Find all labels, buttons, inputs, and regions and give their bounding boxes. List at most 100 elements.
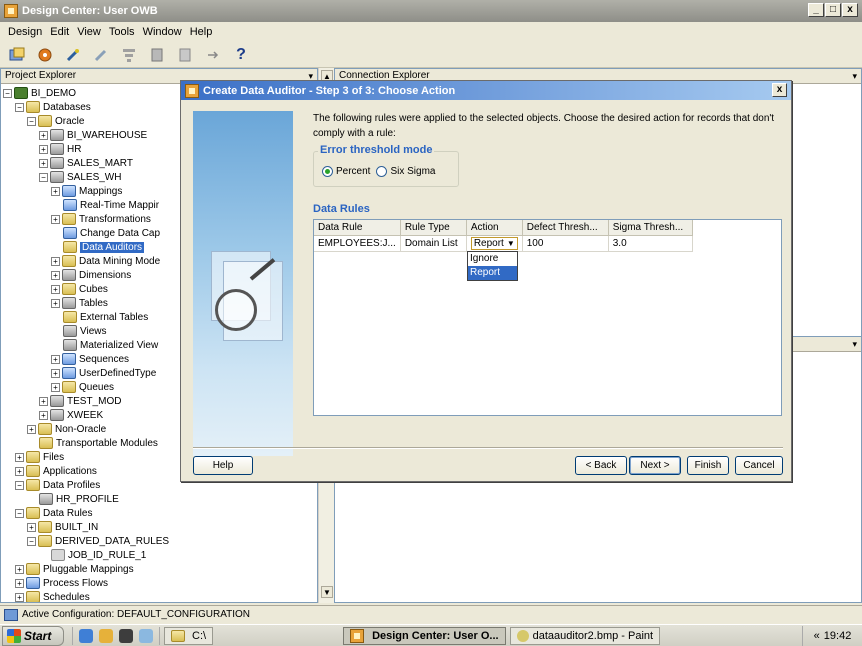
back-button[interactable]: < Back — [575, 456, 627, 475]
table-row[interactable]: EMPLOYEES:J... Domain List Report ▼ 100 3… — [314, 235, 693, 252]
chevron-left-icon[interactable]: « — [814, 630, 820, 642]
menu-help[interactable]: Help — [186, 26, 217, 38]
browser-icon[interactable] — [79, 628, 93, 643]
pin-icon[interactable]: ▾ — [852, 69, 857, 83]
tree-node-non-oracle[interactable]: + Non-Oracle — [27, 422, 106, 436]
tree-node-sales-wh[interactable]: − SALES_WH — [39, 170, 121, 184]
rule-icon — [51, 549, 65, 561]
view-icon — [63, 339, 77, 351]
cell-sigma-threshold[interactable]: 3.0 — [608, 235, 693, 252]
column-header-action[interactable]: Action — [466, 220, 523, 236]
percent-radio[interactable] — [322, 166, 333, 177]
next-button[interactable]: Next > — [629, 456, 681, 475]
six-sigma-radio[interactable] — [376, 166, 388, 177]
tree-node-databases[interactable]: − Databases — [15, 100, 91, 114]
dimension-icon — [62, 269, 76, 281]
tree-node-schedules[interactable]: + Schedules — [15, 590, 90, 602]
taskbar-item-design-center[interactable]: Design Center: User O... — [343, 626, 506, 645]
tree-node-test-mod[interactable]: + TEST_MOD — [39, 394, 121, 408]
close-button[interactable]: x — [842, 3, 858, 17]
column-header-defect-threshold[interactable]: Defect Thresh... — [522, 220, 609, 236]
arrow-icon[interactable] — [204, 46, 222, 64]
tree-node-materialized-views[interactable]: Materialized View — [63, 338, 158, 352]
tree-node-transformations[interactable]: + Transformations — [51, 212, 151, 226]
tree-node-user-defined-types[interactable]: + UserDefinedType — [51, 366, 156, 380]
tree-node-xweek[interactable]: + XWEEK — [39, 408, 103, 422]
help-icon[interactable]: ? — [232, 46, 250, 64]
tree-node-pluggable-mappings[interactable]: + Pluggable Mappings — [15, 562, 134, 576]
tree-node-real-time-mappings[interactable]: Real-Time Mappir — [63, 198, 159, 212]
tree-node-sales-mart[interactable]: + SALES_MART — [39, 156, 133, 170]
tree-node-oracle[interactable]: − Oracle — [27, 114, 84, 128]
column-header-rule-type[interactable]: Rule Type — [400, 220, 467, 236]
column-header-data-rule[interactable]: Data Rule — [314, 220, 401, 236]
folder-icon[interactable] — [99, 628, 113, 643]
column-header-sigma-threshold[interactable]: Sigma Thresh... — [608, 220, 693, 236]
tree-node-mappings[interactable]: + Mappings — [51, 184, 122, 198]
chevron-down-icon[interactable]: ▼ — [507, 239, 515, 248]
validate-icon[interactable] — [36, 46, 54, 64]
tree-node-sequences[interactable]: + Sequences — [51, 352, 129, 366]
pipeline-icon[interactable] — [148, 46, 166, 64]
data-rules-table: Data Rule Rule Type Action Defect Thresh… — [314, 220, 693, 252]
dropdown-option-report[interactable]: Report — [468, 266, 517, 280]
dropdown-option-ignore[interactable]: Ignore — [468, 252, 517, 266]
tree-node-bi-warehouse[interactable]: + BI_WAREHOUSE — [39, 128, 147, 142]
mapping-icon — [63, 199, 77, 211]
finish-button[interactable]: Finish — [687, 456, 729, 475]
tree-node-data-rules[interactable]: − Data Rules — [15, 506, 92, 520]
deploy-icon[interactable] — [8, 46, 26, 64]
tree-node-hr-profile[interactable]: HR_PROFILE — [39, 492, 119, 506]
console-icon[interactable] — [119, 628, 133, 643]
start-button[interactable]: Start — [2, 625, 64, 646]
dialog-title-bar: Create Data Auditor - Step 3 of 3: Choos… — [181, 81, 791, 100]
tree-node-data-auditors[interactable]: Data Auditors — [63, 240, 145, 254]
percent-label[interactable]: Percent — [336, 166, 370, 177]
app-icon — [185, 83, 199, 98]
tree-icon[interactable] — [120, 46, 138, 64]
tree-node-derived-data-rules[interactable]: − DERIVED_DATA_RULES — [27, 534, 169, 548]
tree-node-applications[interactable]: + Applications — [15, 464, 97, 478]
tree-node-queues[interactable]: + Queues — [51, 380, 114, 394]
cell-rule-type[interactable]: Domain List — [400, 235, 467, 252]
menu-window[interactable]: Window — [139, 26, 186, 38]
tree-node-transportable-modules[interactable]: Transportable Modules — [39, 436, 158, 450]
cell-action[interactable]: Report ▼ — [466, 235, 523, 252]
tree-node-bi-demo[interactable]: − BI_DEMO — [3, 86, 76, 100]
tree-node-data-mining-models[interactable]: + Data Mining Mode — [51, 254, 160, 268]
scroll-down-icon[interactable]: ▼ — [321, 586, 333, 598]
tree-node-change-data-capture[interactable]: Change Data Cap — [63, 226, 160, 240]
tree-node-files[interactable]: + Files — [15, 450, 64, 464]
tree-node-job-id-rule-1[interactable]: JOB_ID_RULE_1 — [51, 548, 146, 562]
tree-node-process-flows[interactable]: + Process Flows — [15, 576, 108, 590]
document-icon[interactable] — [176, 46, 194, 64]
tree-node-data-profiles[interactable]: − Data Profiles — [15, 478, 100, 492]
action-combo[interactable]: Report ▼ — [470, 236, 518, 250]
menu-design[interactable]: Design — [4, 26, 46, 38]
taskbar-item-c-drive[interactable]: C:\ — [164, 626, 214, 645]
pin-icon[interactable]: ▾ — [852, 337, 857, 351]
tree-node-built-in[interactable]: + BUILT_IN — [27, 520, 98, 534]
tree-node-dimensions[interactable]: + Dimensions — [51, 268, 131, 282]
module-icon — [50, 129, 64, 141]
network-icon[interactable] — [139, 628, 153, 643]
menu-tools[interactable]: Tools — [105, 26, 139, 38]
tree-node-cubes[interactable]: + Cubes — [51, 282, 108, 296]
connect-icon[interactable] — [92, 46, 110, 64]
wand-icon[interactable] — [64, 46, 82, 64]
menu-edit[interactable]: Edit — [46, 26, 73, 38]
menu-view[interactable]: View — [73, 26, 105, 38]
minimize-button[interactable]: _ — [808, 3, 824, 17]
dialog-close-button[interactable]: x — [772, 83, 787, 97]
cell-defect-threshold[interactable]: 100 — [522, 235, 609, 252]
cell-data-rule[interactable]: EMPLOYEES:J... — [314, 235, 401, 252]
tree-node-views[interactable]: Views — [63, 324, 107, 338]
tree-node-external-tables[interactable]: External Tables — [63, 310, 148, 324]
maximize-button[interactable]: □ — [825, 3, 841, 17]
cancel-button[interactable]: Cancel — [735, 456, 783, 475]
taskbar-item-paint[interactable]: dataauditor2.bmp - Paint — [509, 626, 661, 645]
help-button[interactable]: Help — [193, 456, 253, 475]
tree-node-hr[interactable]: + HR — [39, 142, 81, 156]
six-sigma-label[interactable]: Six Sigma — [390, 166, 435, 177]
tree-node-tables[interactable]: + Tables — [51, 296, 108, 310]
